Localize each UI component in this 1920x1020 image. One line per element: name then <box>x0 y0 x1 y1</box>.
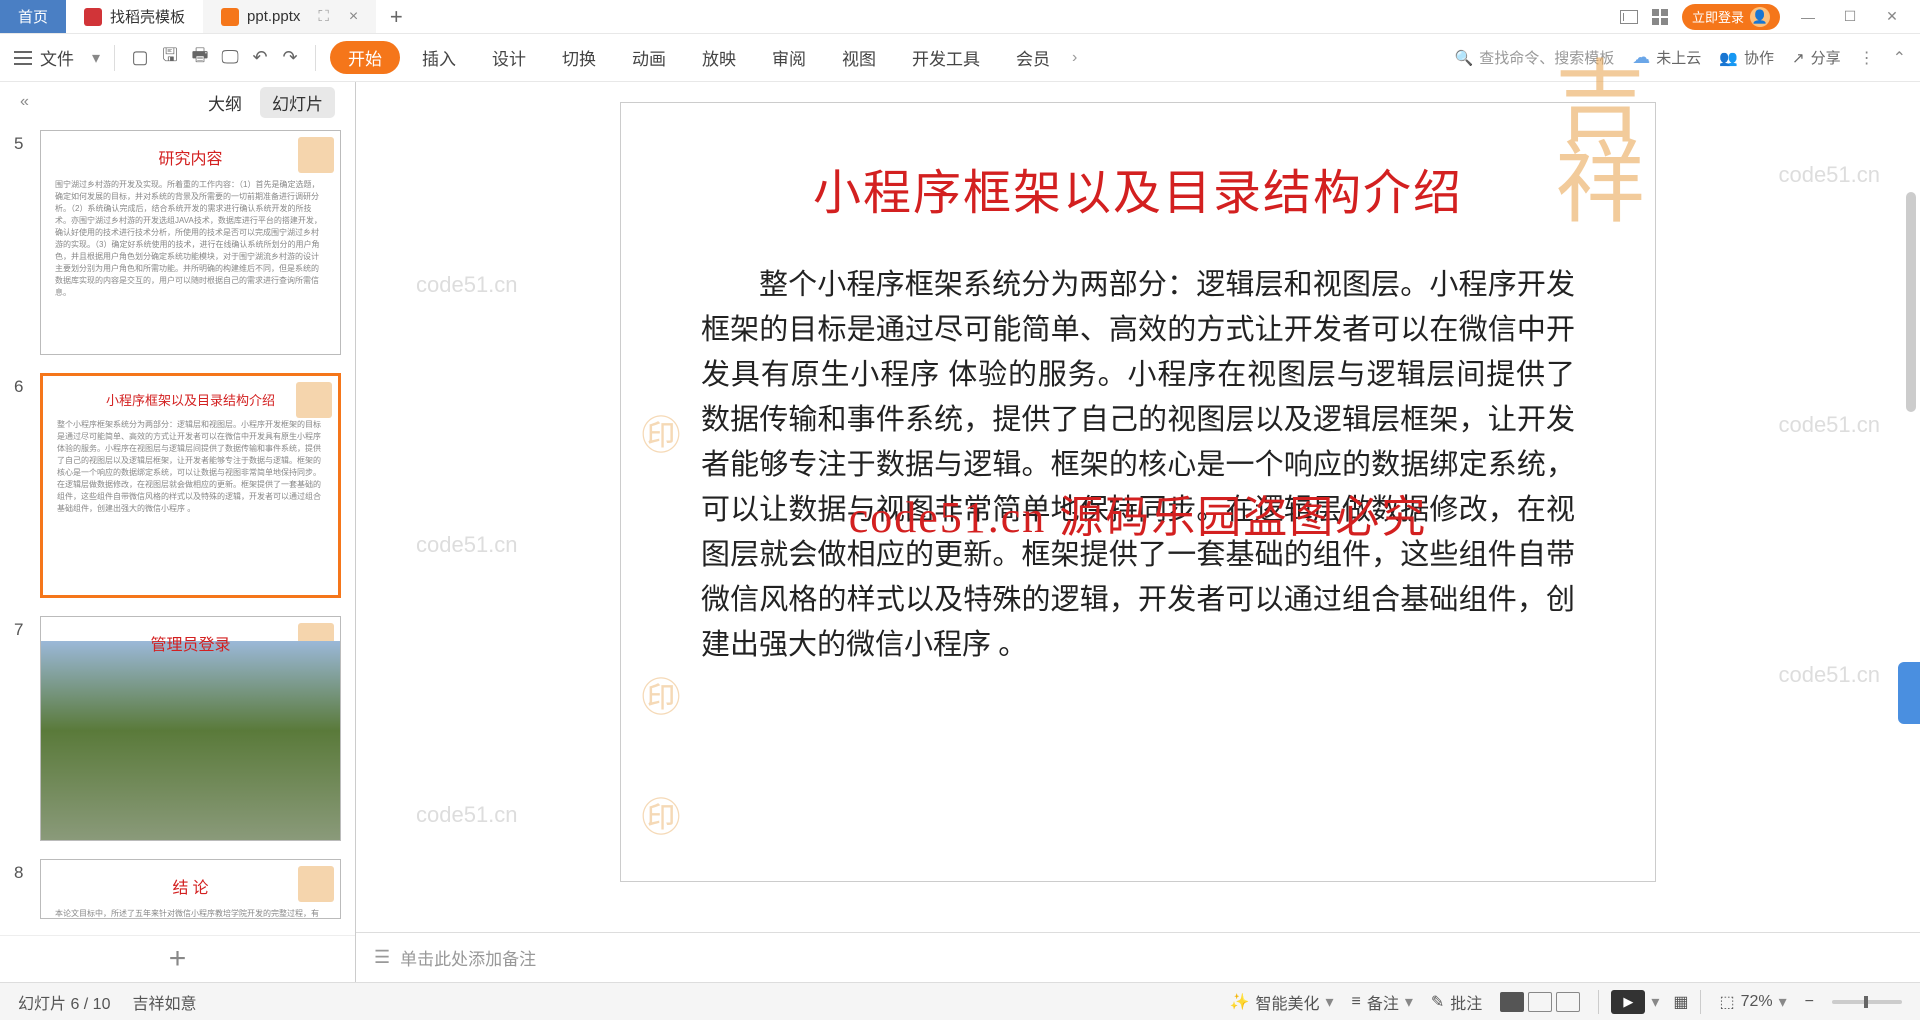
titlebar: 首页 找稻壳模板 ppt.pptx ⛶ × + 立即登录 👤 — ☐ ✕ <box>0 0 1920 34</box>
comment-icon: ✎ <box>1431 992 1444 1012</box>
ribbon-tab-member[interactable]: 会员 <box>1002 45 1064 70</box>
ribbon-tab-review[interactable]: 审阅 <box>758 45 820 70</box>
ribbon-tab-transition[interactable]: 切换 <box>548 45 610 70</box>
slide-body-text[interactable]: 整个小程序框架系统分为两部分：逻辑层和视图层。小程序开发框架的目标是通过尽可能简… <box>701 263 1575 667</box>
search-icon: 🔍 <box>1455 49 1474 67</box>
share-icon: ↗ <box>1792 49 1805 67</box>
maximize-button[interactable]: ☐ <box>1836 8 1864 25</box>
ribbon-tab-slideshow[interactable]: 放映 <box>688 45 750 70</box>
layout-single-icon[interactable] <box>1620 10 1638 24</box>
seal-icon: ㊞ <box>641 785 697 841</box>
notes-icon: ☰ <box>374 947 390 968</box>
thumbnails-list[interactable]: 5 研究内容围宁湖过乡村游的开发及实现。所着重的工作内容：（1）首先是确定选题，… <box>0 122 355 935</box>
redo-icon[interactable]: ↷ <box>279 47 301 69</box>
notes-placeholder[interactable]: 单击此处添加备注 <box>400 945 536 970</box>
vertical-scrollbar[interactable] <box>1906 162 1918 892</box>
close-tab-icon[interactable]: × <box>349 8 358 26</box>
seal-icon: ㊞ <box>641 403 697 459</box>
notes-bar-icon: ≡ <box>1352 993 1361 1011</box>
print-icon[interactable]: 🖶 <box>189 47 211 69</box>
sorter-view-icon[interactable] <box>1528 992 1552 1012</box>
ribbon-tab-animation[interactable]: 动画 <box>618 45 680 70</box>
grid-icon[interactable]: ▦ <box>1673 992 1688 1012</box>
minimize-button[interactable]: — <box>1794 9 1822 25</box>
file-menu[interactable]: 文件 <box>40 45 74 70</box>
panel-tab-slides[interactable]: 幻灯片 <box>260 87 335 118</box>
slide-panel: « 大纲 幻灯片 5 研究内容围宁湖过乡村游的开发及实现。所着重的工作内容：（1… <box>0 82 356 982</box>
tab-document[interactable]: ppt.pptx ⛶ × <box>203 0 376 33</box>
print-preview-icon[interactable]: 🖵 <box>219 47 241 69</box>
ribbon-tab-start[interactable]: 开始 <box>330 41 400 74</box>
slide-editor: code51.cn code51.cn code51.cn code51.cn … <box>356 82 1920 982</box>
fullscreen-icon[interactable]: ⛶ <box>318 8 329 25</box>
reading-view-icon[interactable] <box>1556 992 1580 1012</box>
avatar-icon: 👤 <box>1750 7 1770 27</box>
add-tab-button[interactable]: + <box>376 0 416 33</box>
add-slide-button[interactable]: + <box>0 935 355 982</box>
decorative-seal: 吉祥 <box>1555 63 1705 243</box>
undo-icon[interactable]: ↶ <box>249 47 271 69</box>
slide-thumbnail[interactable]: 8 结 论本论文目标中，所述了五年来针对微信小程序教培学院开发的完整过程，有着丰… <box>14 859 341 919</box>
smart-beautify-button[interactable]: ✨智能美化▾ <box>1230 990 1334 1014</box>
panel-tab-outline[interactable]: 大纲 <box>208 90 242 115</box>
share-button[interactable]: ↗ 分享 <box>1792 47 1841 68</box>
slide-title[interactable]: 小程序框架以及目录结构介绍 <box>701 153 1575 223</box>
seal-icon: ㊞ <box>641 665 697 721</box>
zoom-out-button[interactable]: − <box>1805 993 1814 1011</box>
menu-icon[interactable] <box>14 51 32 65</box>
zoom-icon: ⬚ <box>1719 992 1734 1012</box>
statusbar: 幻灯片 6 / 10 吉祥如意 ✨智能美化▾ ≡备注▾ ✎批注 ▶ ▾ ▦ ⬚7… <box>0 982 1920 1020</box>
slide-thumbnail[interactable]: 6 小程序框架以及目录结构介绍整个小程序框架系统分为两部分：逻辑层和视图层。小程… <box>14 373 341 598</box>
ribbon-more-icon[interactable]: › <box>1072 49 1077 67</box>
close-window-button[interactable]: ✕ <box>1878 8 1906 25</box>
collapse-panel-icon[interactable]: « <box>20 93 29 111</box>
theme-name: 吉祥如意 <box>132 990 196 1014</box>
collapse-ribbon-icon[interactable]: ⌃ <box>1893 48 1906 68</box>
slide-counter: 幻灯片 6 / 10 <box>18 990 110 1014</box>
collaborate-icon: 👥 <box>1719 49 1738 67</box>
view-mode-switcher[interactable] <box>1500 992 1580 1012</box>
ribbon-tab-insert[interactable]: 插入 <box>408 45 470 70</box>
comments-toggle[interactable]: ✎批注 <box>1431 990 1482 1014</box>
ribbon-tab-view[interactable]: 视图 <box>828 45 890 70</box>
slide-thumbnail[interactable]: 7 管理员登录 <box>14 616 341 841</box>
play-icon[interactable]: ▶ <box>1611 990 1645 1014</box>
save-icon[interactable]: 🖫 <box>159 47 181 69</box>
presenter-tools[interactable]: ▶ ▾ ▦ <box>1598 990 1701 1014</box>
ribbon-tab-design[interactable]: 设计 <box>478 45 540 70</box>
tab-find-template[interactable]: 找稻壳模板 <box>66 0 203 33</box>
sparkle-icon: ✨ <box>1230 992 1250 1012</box>
app-grid-icon[interactable] <box>1652 9 1668 25</box>
tab-home[interactable]: 首页 <box>0 0 66 33</box>
notes-pane[interactable]: ☰ 单击此处添加备注 <box>356 932 1920 982</box>
zoom-slider[interactable] <box>1832 1000 1902 1004</box>
slide-thumbnail[interactable]: 5 研究内容围宁湖过乡村游的开发及实现。所着重的工作内容：（1）首先是确定选题，… <box>14 130 341 355</box>
login-button[interactable]: 立即登录 👤 <box>1682 4 1780 30</box>
normal-view-icon[interactable] <box>1500 992 1524 1012</box>
ribbon-tab-developer[interactable]: 开发工具 <box>898 45 994 70</box>
notes-toggle[interactable]: ≡备注▾ <box>1352 990 1413 1014</box>
collaborate-button[interactable]: 👥 协作 <box>1719 47 1774 68</box>
main-area: « 大纲 幻灯片 5 研究内容围宁湖过乡村游的开发及实现。所着重的工作内容：（1… <box>0 82 1920 982</box>
side-panel-handle[interactable] <box>1898 662 1920 724</box>
current-slide[interactable]: 吉祥 ㊞ ㊞ ㊞ 小程序框架以及目录结构介绍 整个小程序框架系统分为两部分：逻辑… <box>620 102 1656 882</box>
zoom-control[interactable]: ⬚72%▾ <box>1719 992 1786 1012</box>
more-options-icon[interactable]: ⋮ <box>1859 48 1875 68</box>
new-slide-icon[interactable]: ▢ <box>129 47 151 69</box>
